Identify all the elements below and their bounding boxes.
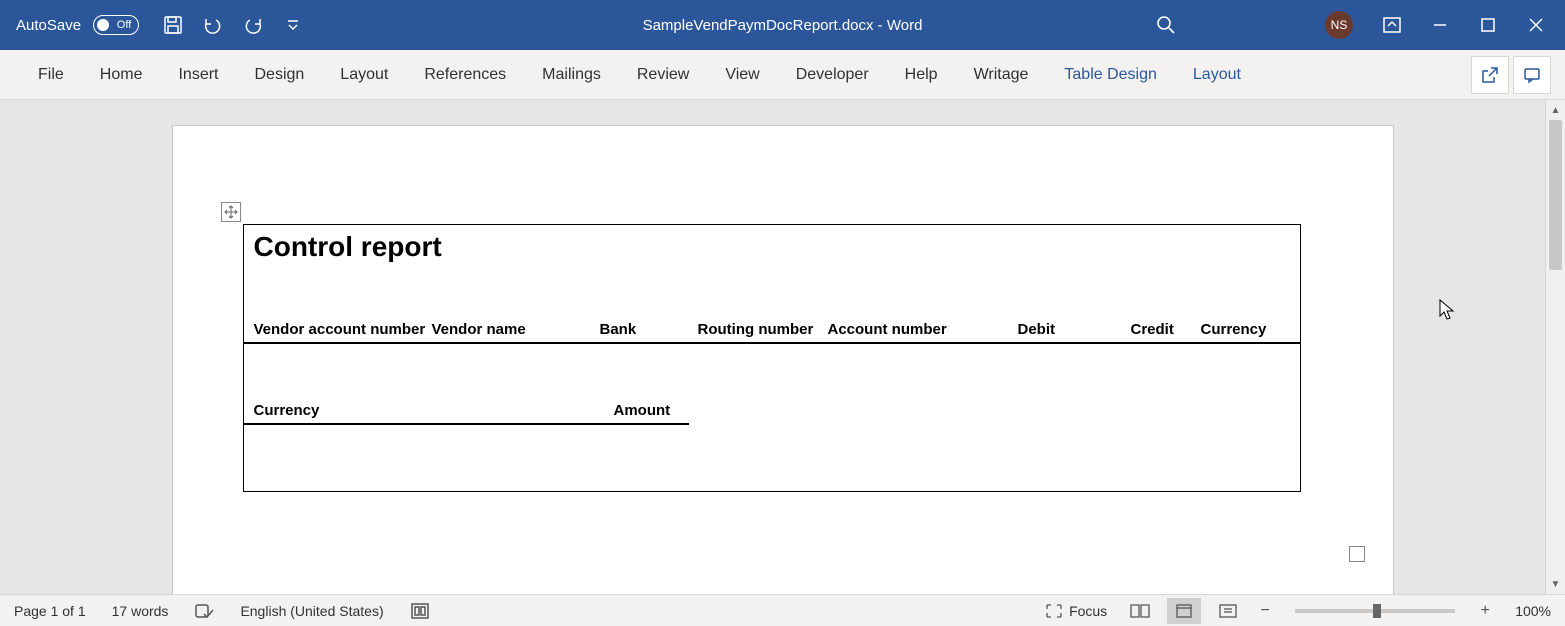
undo-icon[interactable] (195, 7, 231, 43)
mouse-cursor-icon (1438, 298, 1458, 322)
col-currency: Currency (1201, 321, 1290, 338)
col-debit: Debit (1018, 321, 1131, 338)
autosave-label: AutoSave (16, 17, 81, 34)
col-credit: Credit (1131, 321, 1201, 338)
tab-help[interactable]: Help (887, 50, 956, 99)
zoom-level[interactable]: 100% (1515, 603, 1551, 619)
autosave-toggle[interactable]: Off (93, 15, 139, 35)
read-mode-icon[interactable] (1123, 598, 1157, 624)
tab-review[interactable]: Review (619, 50, 707, 99)
tab-references[interactable]: References (406, 50, 524, 99)
vertical-scrollbar[interactable]: ▲ ▼ (1545, 100, 1565, 594)
share-icon[interactable] (1471, 56, 1509, 94)
title-bar: AutoSave Off (0, 0, 1565, 50)
col-bank: Bank (600, 321, 698, 338)
tab-design[interactable]: Design (236, 50, 322, 99)
document-page[interactable]: Control report Vendor account number Ven… (173, 126, 1393, 594)
ribbon-display-options-icon[interactable] (1369, 5, 1415, 45)
sum-col-currency: Currency (254, 402, 614, 419)
page-info[interactable]: Page 1 of 1 (14, 603, 86, 619)
focus-mode-button[interactable]: Focus (1045, 603, 1107, 619)
zoom-slider-thumb[interactable] (1373, 604, 1381, 618)
autosave-state: Off (117, 19, 131, 31)
col-vendor-account: Vendor account number (254, 321, 432, 338)
tab-developer[interactable]: Developer (778, 50, 887, 99)
tab-home[interactable]: Home (82, 50, 161, 99)
summary-header-row: Currency Amount (244, 402, 689, 425)
document-workspace: Control report Vendor account number Ven… (0, 100, 1565, 594)
comments-icon[interactable] (1513, 56, 1551, 94)
web-layout-icon[interactable] (1211, 598, 1245, 624)
ribbon-tabs: File Home Insert Design Layout Reference… (0, 50, 1565, 100)
table-move-handle-icon[interactable] (221, 202, 241, 222)
table-resize-handle-icon[interactable] (1349, 546, 1365, 562)
tab-insert[interactable]: Insert (160, 50, 236, 99)
maximize-icon[interactable] (1465, 5, 1511, 45)
zoom-in-button[interactable]: + (1475, 602, 1495, 620)
report-table[interactable]: Control report Vendor account number Ven… (243, 224, 1301, 492)
col-account: Account number (828, 321, 1018, 338)
report-title: Control report (244, 225, 1300, 321)
save-icon[interactable] (155, 7, 191, 43)
tab-writage[interactable]: Writage (956, 50, 1047, 99)
print-layout-icon[interactable] (1167, 598, 1201, 624)
tab-table-design[interactable]: Table Design (1046, 50, 1175, 99)
zoom-out-button[interactable]: − (1255, 602, 1275, 620)
table-header-row: Vendor account number Vendor name Bank R… (244, 321, 1300, 344)
qat-customize-icon[interactable] (275, 7, 311, 43)
tab-table-layout[interactable]: Layout (1175, 50, 1259, 99)
word-count[interactable]: 17 words (112, 603, 169, 619)
status-bar: Page 1 of 1 17 words English (United Sta… (0, 594, 1565, 626)
scroll-up-icon[interactable]: ▲ (1546, 100, 1565, 120)
tab-file[interactable]: File (20, 50, 82, 99)
zoom-slider[interactable] (1295, 609, 1455, 613)
tab-layout[interactable]: Layout (322, 50, 406, 99)
tab-mailings[interactable]: Mailings (524, 50, 619, 99)
redo-icon[interactable] (235, 7, 271, 43)
col-routing: Routing number (698, 321, 828, 338)
spellcheck-icon[interactable] (194, 602, 214, 620)
sum-col-amount: Amount (614, 402, 679, 419)
search-icon[interactable] (1143, 5, 1189, 45)
close-icon[interactable] (1513, 5, 1559, 45)
user-avatar[interactable]: NS (1325, 11, 1353, 39)
language-status[interactable]: English (United States) (240, 603, 383, 619)
macro-icon[interactable] (410, 602, 430, 620)
focus-label: Focus (1069, 603, 1107, 619)
scroll-thumb[interactable] (1549, 120, 1562, 270)
tab-view[interactable]: View (707, 50, 777, 99)
scroll-down-icon[interactable]: ▼ (1546, 574, 1565, 594)
col-vendor-name: Vendor name (432, 321, 600, 338)
minimize-icon[interactable] (1417, 5, 1463, 45)
